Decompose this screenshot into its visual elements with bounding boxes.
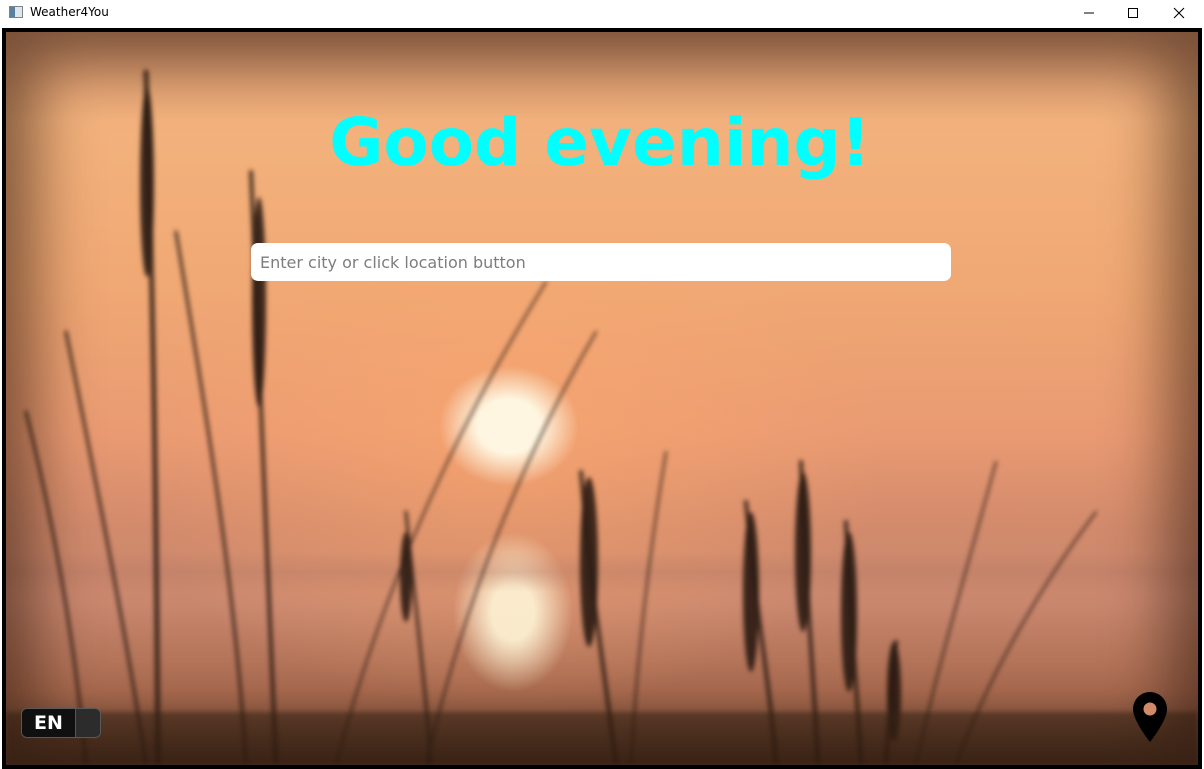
language-toggle-knob[interactable]: [75, 709, 100, 737]
close-icon: [1173, 7, 1185, 19]
map-pin-icon: [1133, 692, 1167, 742]
city-search-input[interactable]: [251, 243, 951, 281]
close-button[interactable]: [1156, 0, 1202, 26]
maximize-button[interactable]: [1110, 0, 1156, 26]
app-window-icon: [9, 6, 23, 18]
app-window: Weather4You Good evening! Enter city or …: [0, 0, 1204, 769]
maximize-icon: [1128, 8, 1138, 18]
minimize-button[interactable]: [1066, 0, 1112, 26]
main-content: Good evening! EN: [2, 28, 1202, 769]
language-toggle[interactable]: EN: [21, 708, 101, 738]
title-bar[interactable]: Weather4You: [0, 0, 1204, 26]
window-title: Weather4You: [30, 5, 109, 19]
greeting-heading: Good evening!: [329, 104, 871, 181]
location-button[interactable]: [1132, 691, 1168, 743]
language-label: EN: [22, 709, 75, 737]
minimize-icon: [1084, 12, 1094, 14]
